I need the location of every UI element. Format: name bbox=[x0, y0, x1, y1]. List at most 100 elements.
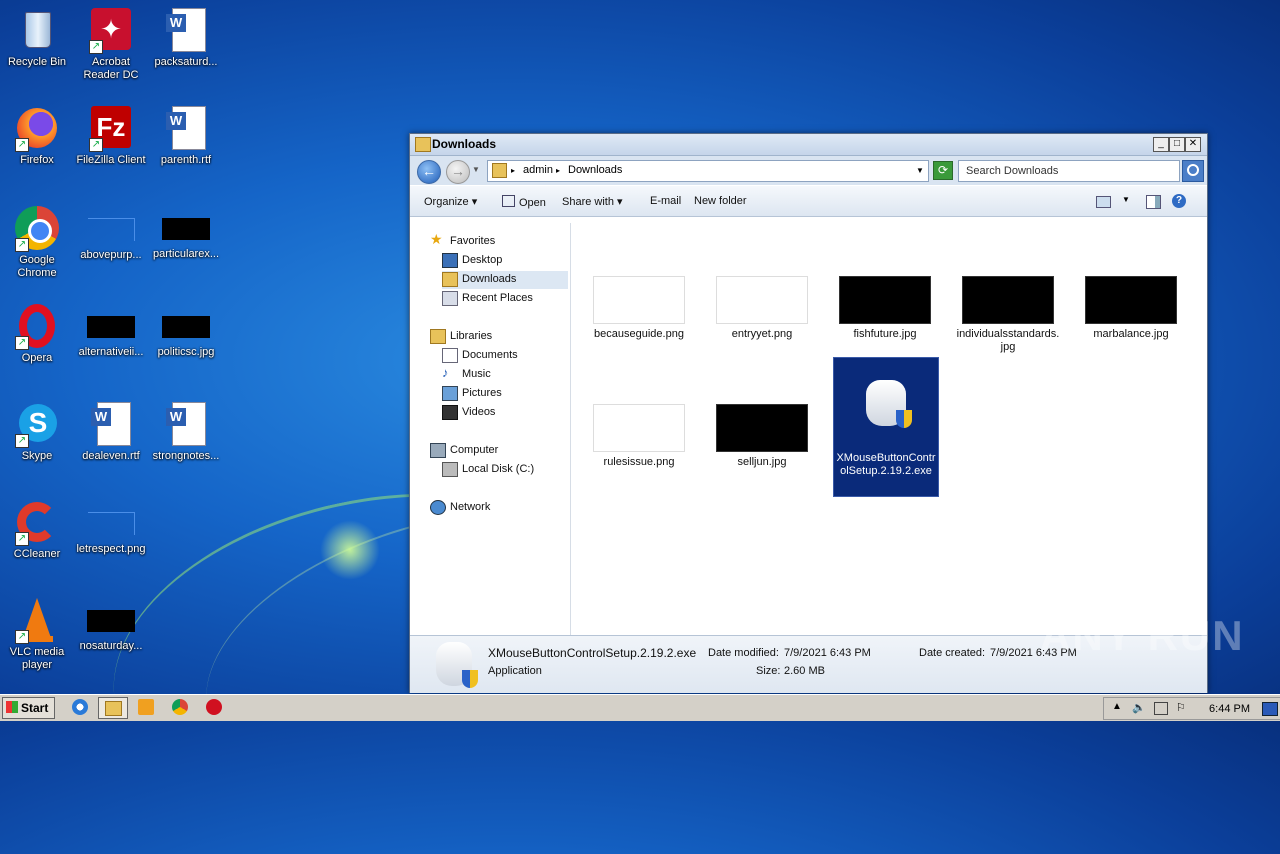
pictures-icon bbox=[442, 386, 458, 401]
desktop-icon-alternativeii[interactable]: alternativeii... bbox=[74, 302, 148, 359]
desktop-icon-acrobat[interactable]: ✦ ↗ Acrobat Reader DC bbox=[74, 6, 148, 82]
network-tray-icon[interactable] bbox=[1154, 702, 1168, 715]
start-button[interactable]: Start bbox=[2, 697, 55, 719]
show-hidden-icons-icon[interactable]: ▲ bbox=[1112, 701, 1122, 712]
close-button[interactable]: ✕ bbox=[1185, 137, 1201, 152]
file-name: becauseguide.png bbox=[594, 328, 684, 340]
back-button[interactable]: ← bbox=[417, 160, 441, 184]
file-item[interactable]: rulesissue.png bbox=[587, 404, 691, 469]
image-thumbnail bbox=[716, 404, 808, 452]
new-folder-button[interactable]: New folder bbox=[694, 195, 747, 207]
file-name: individualsstandards.jpg bbox=[956, 328, 1060, 353]
nav-documents[interactable]: Documents bbox=[442, 347, 568, 365]
icon-label: alternativeii... bbox=[78, 346, 144, 358]
opera-icon[interactable] bbox=[206, 699, 222, 715]
taskbar: Start ▲ 🔈 ⚐ 6:44 PM bbox=[0, 694, 1280, 721]
taskbar-explorer-button[interactable] bbox=[98, 697, 128, 719]
file-item[interactable]: marbalance.jpg bbox=[1079, 276, 1183, 341]
nav-videos[interactable]: Videos bbox=[442, 404, 568, 422]
windows-logo-icon bbox=[6, 701, 18, 713]
view-dropdown-icon[interactable]: ▼ bbox=[1122, 195, 1130, 204]
view-icon[interactable] bbox=[1096, 196, 1111, 208]
icon-label: abovepurp... bbox=[80, 249, 142, 261]
preview-pane-icon[interactable] bbox=[1146, 195, 1161, 209]
nav-local-disk[interactable]: Local Disk (C:) bbox=[442, 461, 568, 479]
nav-recent-places[interactable]: Recent Places bbox=[442, 290, 568, 308]
forward-button[interactable]: → bbox=[446, 160, 470, 184]
search-box[interactable]: Search Downloads bbox=[958, 160, 1180, 182]
nav-downloads[interactable]: Downloads bbox=[442, 271, 568, 289]
details-created-label: Date created: bbox=[919, 647, 986, 659]
media-player-icon[interactable] bbox=[138, 699, 154, 715]
ccleaner-icon: ↗ bbox=[13, 498, 61, 546]
desktop-icon-vlc[interactable]: ↗ VLC media player bbox=[0, 596, 74, 672]
desktop-icon-opera[interactable]: ↗ Opera bbox=[0, 302, 74, 365]
anyrun-watermark: ANY RUN bbox=[1040, 612, 1245, 659]
desktop-icon-packsaturd[interactable]: W packsaturd... bbox=[149, 6, 223, 69]
desktop-icon-ccleaner[interactable]: ↗ CCleaner bbox=[0, 498, 74, 561]
nav-network[interactable]: Network bbox=[430, 499, 566, 517]
breadcrumb-downloads[interactable]: Downloads bbox=[568, 164, 622, 176]
desktop-icon-recycle-bin[interactable]: Recycle Bin bbox=[0, 6, 74, 69]
help-icon[interactable]: ? bbox=[1172, 194, 1186, 208]
desktop-icon-dealeven[interactable]: W dealeven.rtf bbox=[74, 400, 148, 463]
desktop-icon-strongnotes[interactable]: W strongnotes... bbox=[149, 400, 223, 463]
nav-favorites[interactable]: ★ Favorites bbox=[430, 231, 566, 251]
desktop-icon-skype[interactable]: S ↗ Skype bbox=[0, 400, 74, 463]
nav-libraries[interactable]: Libraries bbox=[430, 328, 566, 346]
file-item[interactable]: entryyet.png bbox=[710, 276, 814, 341]
volume-icon[interactable]: 🔈 bbox=[1132, 701, 1146, 714]
file-item[interactable]: individualsstandards.jpg bbox=[956, 276, 1060, 354]
folder-icon bbox=[492, 163, 507, 178]
maximize-button[interactable]: □ bbox=[1169, 137, 1185, 152]
address-bar[interactable]: ▸ admin ▸ Downloads ▼ bbox=[487, 160, 929, 182]
open-button[interactable]: Open bbox=[502, 195, 546, 209]
file-name: fishfuture.jpg bbox=[853, 328, 917, 340]
share-with-button[interactable]: Share with ▾ bbox=[562, 195, 623, 208]
nav-desktop[interactable]: Desktop bbox=[442, 252, 568, 270]
desktop-icon-firefox[interactable]: ↗ Firefox bbox=[0, 104, 74, 167]
search-button[interactable] bbox=[1182, 160, 1204, 182]
disk-drive-icon bbox=[442, 462, 458, 477]
file-item[interactable]: becauseguide.png bbox=[587, 276, 691, 341]
desktop-icon-nosaturday[interactable]: nosaturday... bbox=[74, 596, 148, 653]
chrome-icon[interactable] bbox=[172, 699, 188, 715]
word-document-icon: W bbox=[87, 400, 135, 448]
details-size-value: 2.60 MB bbox=[784, 665, 825, 677]
nav-pictures[interactable]: Pictures bbox=[442, 385, 568, 403]
title-bar[interactable]: Downloads _ □ ✕ bbox=[410, 134, 1207, 156]
image-thumbnail bbox=[87, 610, 135, 632]
action-center-flag-icon[interactable]: ⚐ bbox=[1176, 701, 1186, 714]
minimize-button[interactable]: _ bbox=[1153, 137, 1169, 152]
show-desktop-icon[interactable] bbox=[1262, 702, 1278, 716]
open-icon bbox=[502, 195, 515, 207]
details-size-label: Size: bbox=[756, 665, 781, 677]
recent-pages-chevron-icon[interactable]: ▼ bbox=[472, 165, 480, 174]
desktop-icon-letrespect[interactable]: letrespect.png bbox=[74, 498, 148, 556]
desktop-icon-politicsc[interactable]: politicsc.jpg bbox=[149, 302, 223, 359]
network-icon bbox=[430, 500, 446, 515]
desktop-icon-google-chrome[interactable]: ↗ Google Chrome bbox=[0, 204, 74, 280]
desktop-icon-parenth[interactable]: W parenth.rtf bbox=[149, 104, 223, 167]
videos-icon bbox=[442, 405, 458, 420]
file-item-selected[interactable]: XMouseButtonControlSetup.2.19.2.exe bbox=[833, 357, 939, 497]
nav-computer[interactable]: Computer bbox=[430, 442, 566, 460]
internet-explorer-icon[interactable] bbox=[72, 699, 88, 715]
application-icon bbox=[436, 642, 478, 688]
organize-button[interactable]: Organize ▾ bbox=[424, 195, 477, 208]
desktop-icon-abovepurp[interactable]: abovepurp... bbox=[74, 204, 148, 262]
desktop-icon-particularex[interactable]: particularex... bbox=[149, 204, 223, 261]
file-name: XMouseButtonControlSetup.2.19.2.exe bbox=[836, 452, 936, 477]
refresh-button[interactable]: ⟳ bbox=[933, 161, 953, 180]
command-bar: Organize ▾ Open Share with ▾ E-mail New … bbox=[410, 185, 1207, 217]
file-item[interactable]: fishfuture.jpg bbox=[833, 276, 937, 341]
file-item[interactable]: selljun.jpg bbox=[710, 404, 814, 469]
icon-label: CCleaner bbox=[13, 548, 61, 560]
nav-music[interactable]: ♪ Music bbox=[442, 365, 568, 384]
clock[interactable]: 6:44 PM bbox=[1209, 703, 1250, 715]
email-button[interactable]: E-mail bbox=[650, 195, 681, 207]
breadcrumb-admin[interactable]: admin bbox=[523, 164, 553, 176]
filezilla-icon: Fz ↗ bbox=[87, 104, 135, 152]
address-dropdown-icon[interactable]: ▼ bbox=[916, 166, 924, 175]
desktop-icon-filezilla[interactable]: Fz ↗ FileZilla Client bbox=[74, 104, 148, 167]
